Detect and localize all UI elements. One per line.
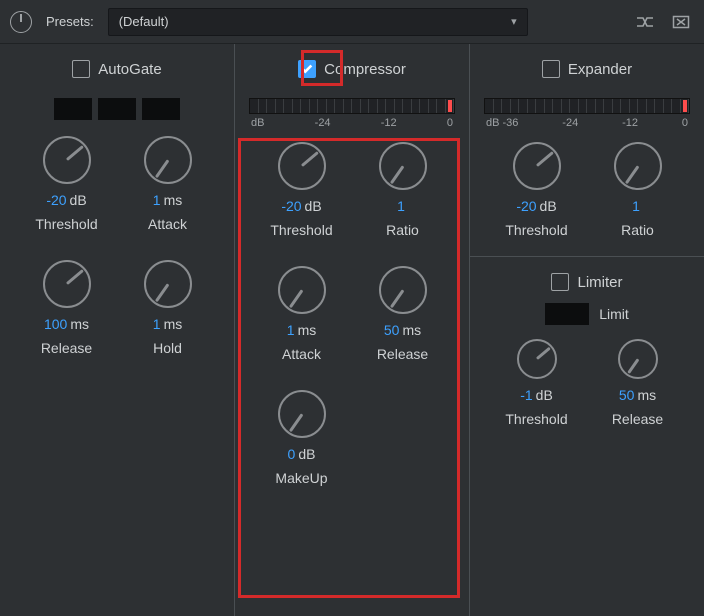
expander-threshold-label: Threshold: [505, 222, 567, 238]
compressor-meter-scale: dB-24-120: [249, 117, 455, 129]
routing-icon[interactable]: [632, 9, 658, 35]
limiter-release-label: Release: [612, 411, 663, 427]
expander-meter: [484, 98, 690, 114]
autogate-section: AutoGate -20dB Threshold 1ms Attack 100m…: [0, 44, 234, 616]
autogate-attack-knob[interactable]: [144, 136, 192, 184]
compressor-attack-label: Attack: [282, 346, 321, 362]
limiter-release-knob[interactable]: [618, 339, 658, 379]
compressor-release-label: Release: [377, 346, 428, 362]
limiter-threshold-knob[interactable]: [517, 339, 557, 379]
autogate-hold-value: 1ms: [153, 316, 182, 332]
autogate-title: AutoGate: [98, 61, 161, 78]
limiter-title: Limiter: [577, 274, 622, 291]
limiter-meter: [545, 303, 589, 325]
expander-meter-scale: dB -36-24-120: [484, 117, 690, 129]
compressor-release-knob[interactable]: [379, 266, 427, 314]
close-panel-icon[interactable]: [668, 9, 694, 35]
compressor-attack-value: 1ms: [287, 322, 316, 338]
expander-ratio-label: Ratio: [621, 222, 654, 238]
expander-threshold-value: -20dB: [516, 198, 556, 214]
compressor-threshold-label: Threshold: [270, 222, 332, 238]
compressor-section: Compressor dB-24-120 -20dB Threshold 1 R…: [234, 44, 469, 616]
presets-label: Presets:: [42, 14, 98, 29]
expander-ratio-value: 1: [632, 198, 643, 214]
power-icon[interactable]: [10, 11, 32, 33]
autogate-attack-value: 1ms: [153, 192, 182, 208]
compressor-ratio-label: Ratio: [386, 222, 419, 238]
expander-threshold-knob[interactable]: [513, 142, 561, 190]
compressor-makeup-knob[interactable]: [278, 390, 326, 438]
autogate-release-label: Release: [41, 340, 92, 356]
compressor-release-value: 50ms: [384, 322, 421, 338]
autogate-threshold-value: -20dB: [46, 192, 86, 208]
expander-section: Expander dB -36-24-120 -20dB Threshold 1…: [469, 44, 704, 616]
limiter-limit-label: Limit: [599, 306, 629, 322]
compressor-meter: [249, 98, 455, 114]
top-toolbar: Presets: (Default) ▾: [0, 0, 704, 44]
chevron-down-icon: ▾: [511, 15, 517, 28]
compressor-threshold-value: -20dB: [281, 198, 321, 214]
autogate-release-knob[interactable]: [43, 260, 91, 308]
autogate-threshold-knob[interactable]: [43, 136, 91, 184]
autogate-meter: [8, 98, 226, 122]
compressor-makeup-label: MakeUp: [275, 470, 327, 486]
expander-checkbox[interactable]: [542, 60, 560, 78]
compressor-attack-knob[interactable]: [278, 266, 326, 314]
compressor-makeup-value: 0dB: [288, 446, 316, 462]
autogate-attack-label: Attack: [148, 216, 187, 232]
autogate-hold-knob[interactable]: [144, 260, 192, 308]
autogate-hold-label: Hold: [153, 340, 182, 356]
compressor-threshold-knob[interactable]: [278, 142, 326, 190]
limiter-checkbox[interactable]: [551, 273, 569, 291]
presets-dropdown[interactable]: (Default) ▾: [108, 8, 528, 36]
presets-value: (Default): [119, 14, 169, 29]
expander-title: Expander: [568, 61, 632, 78]
autogate-checkbox[interactable]: [72, 60, 90, 78]
autogate-release-value: 100ms: [44, 316, 89, 332]
compressor-ratio-value: 1: [397, 198, 408, 214]
compressor-ratio-knob[interactable]: [379, 142, 427, 190]
limiter-release-value: 50ms: [619, 387, 656, 403]
compressor-title: Compressor: [324, 61, 406, 78]
expander-ratio-knob[interactable]: [614, 142, 662, 190]
limiter-threshold-label: Threshold: [505, 411, 567, 427]
compressor-checkbox[interactable]: [298, 60, 316, 78]
limiter-threshold-value: -1dB: [520, 387, 553, 403]
autogate-threshold-label: Threshold: [35, 216, 97, 232]
